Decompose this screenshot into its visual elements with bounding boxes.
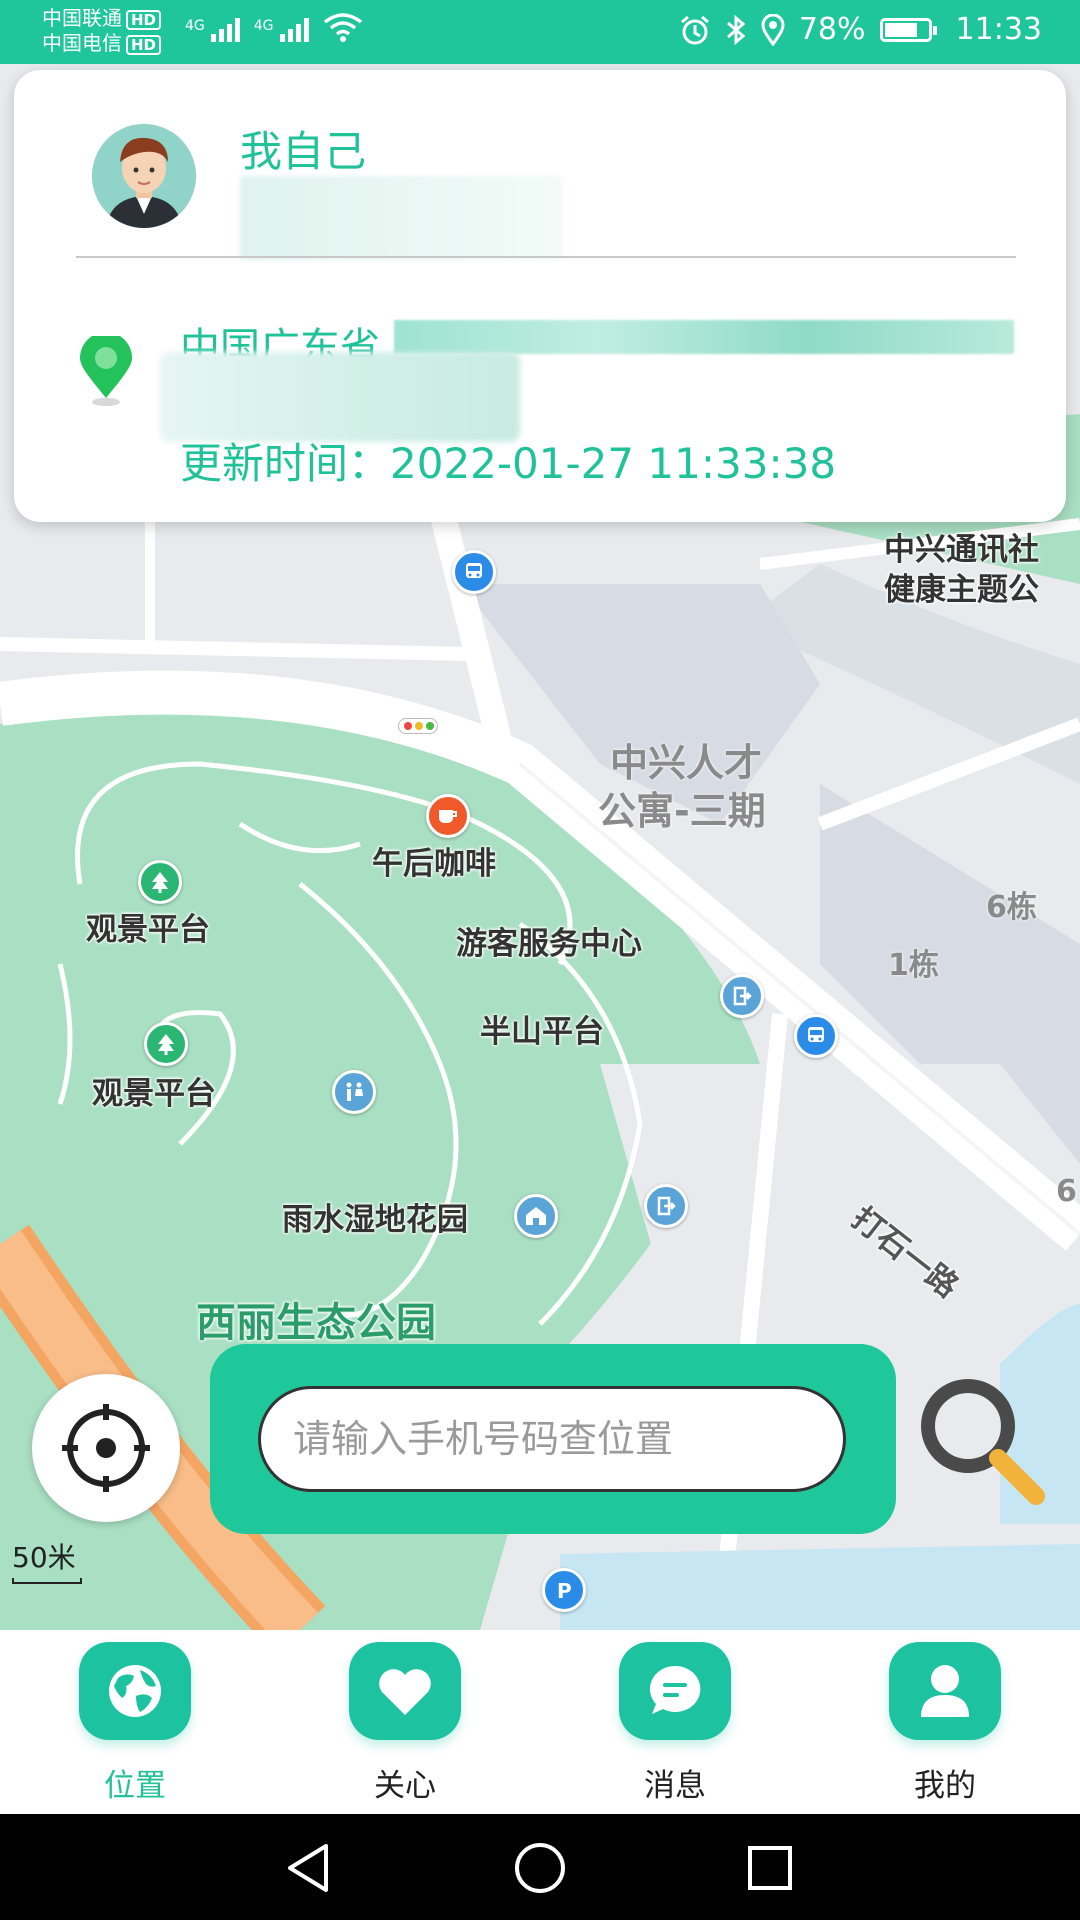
redacted-address (160, 352, 520, 442)
restroom-icon[interactable] (332, 1070, 376, 1114)
entrance-icon[interactable] (644, 1184, 688, 1228)
signal-icon: 4G (185, 18, 240, 42)
phone-search-input[interactable] (258, 1386, 846, 1492)
map-label: 1栋 (888, 948, 939, 983)
map-label: 游客服务中心 (456, 926, 642, 962)
map-label-park: 西丽生态公园 (196, 1300, 436, 1346)
heart-icon (349, 1642, 461, 1740)
chat-icon (619, 1642, 731, 1740)
nav-label: 消息 (644, 1768, 706, 1804)
battery-icon (879, 17, 937, 42)
nav-care[interactable]: 关心 (335, 1642, 475, 1805)
search-icon (921, 1379, 1045, 1505)
signal-icons: 4G 4G (185, 12, 363, 42)
map-label: 公寓-三期 (598, 789, 766, 833)
nav-label: 关心 (374, 1768, 436, 1804)
redacted-address (394, 320, 1014, 354)
status-bar: 中国联通 HD 中国电信 HD 4G 4G 78% 11:33 (0, 0, 1080, 64)
map-label: 中兴通讯社 (884, 532, 1039, 568)
nav-label: 我的 (914, 1768, 976, 1804)
map-label: 中兴人才 (610, 741, 763, 785)
entrance-icon[interactable] (720, 974, 764, 1018)
map-label: 午后咖啡 (372, 846, 496, 882)
search-button[interactable] (914, 1376, 1054, 1516)
cafe-icon[interactable] (426, 794, 470, 838)
location-icon (761, 13, 785, 46)
wifi-icon (323, 13, 362, 42)
hd-badge: HD (126, 35, 162, 55)
locate-me-button[interactable] (32, 1374, 180, 1522)
carrier1-label: 中国联通 (42, 6, 122, 30)
nav-profile[interactable]: 我的 (875, 1642, 1015, 1805)
alarm-icon (680, 15, 709, 44)
signal-icon: 4G (254, 18, 309, 42)
divider (76, 256, 1016, 258)
system-nav-bar (0, 1814, 1080, 1920)
bottom-nav: 位置 关心 消息 我的 (0, 1630, 1080, 1814)
map-label: 观景平台 (86, 912, 210, 948)
bus-stop-icon[interactable] (452, 550, 496, 594)
back-icon[interactable] (280, 1838, 340, 1898)
tree-icon[interactable] (144, 1022, 188, 1066)
user-name: 我自己 (240, 127, 367, 176)
recent-apps-icon[interactable] (740, 1838, 800, 1898)
map-label: 观景平台 (92, 1076, 216, 1112)
map-label: 半山平台 (480, 1014, 604, 1050)
battery-percent: 78% (798, 12, 866, 47)
bus-stop-icon[interactable] (794, 1014, 838, 1058)
nav-location[interactable]: 位置 (65, 1642, 205, 1805)
map-scale: 50米 (12, 1536, 82, 1584)
carrier-info: 中国联通 HD 中国电信 HD (42, 6, 162, 56)
avatar (92, 124, 196, 228)
nav-messages[interactable]: 消息 (605, 1642, 745, 1805)
tree-icon[interactable] (138, 860, 182, 904)
map-label: 6栋 (986, 890, 1037, 925)
update-time: 更新时间：2022-01-27 11:33:38 (180, 439, 837, 488)
hd-badge: HD (126, 10, 162, 30)
map-label: 健康主题公 (884, 572, 1039, 608)
bluetooth-icon (726, 14, 746, 45)
search-panel (210, 1344, 896, 1534)
crosshair-icon (62, 1404, 150, 1492)
redacted-phone (240, 176, 562, 260)
traffic-light-icon (398, 718, 438, 734)
map-label: 6 (1056, 1174, 1077, 1209)
scale-label: 50米 (12, 1541, 76, 1574)
nav-label: 位置 (104, 1768, 166, 1804)
globe-icon (79, 1642, 191, 1740)
carrier2-label: 中国电信 (42, 31, 122, 55)
map-label: 雨水湿地花园 (282, 1202, 468, 1238)
location-card[interactable]: 我自己 中国广东省 更新时间：2022-01-27 11:33:38 (14, 70, 1066, 522)
location-pin-icon (80, 336, 132, 406)
parking-icon[interactable]: P (542, 1568, 586, 1612)
home-icon[interactable] (510, 1838, 570, 1898)
clock: 11:33 (955, 12, 1042, 47)
svg-text:P: P (557, 1579, 572, 1602)
user-icon (889, 1642, 1001, 1740)
building-icon[interactable] (514, 1194, 558, 1238)
